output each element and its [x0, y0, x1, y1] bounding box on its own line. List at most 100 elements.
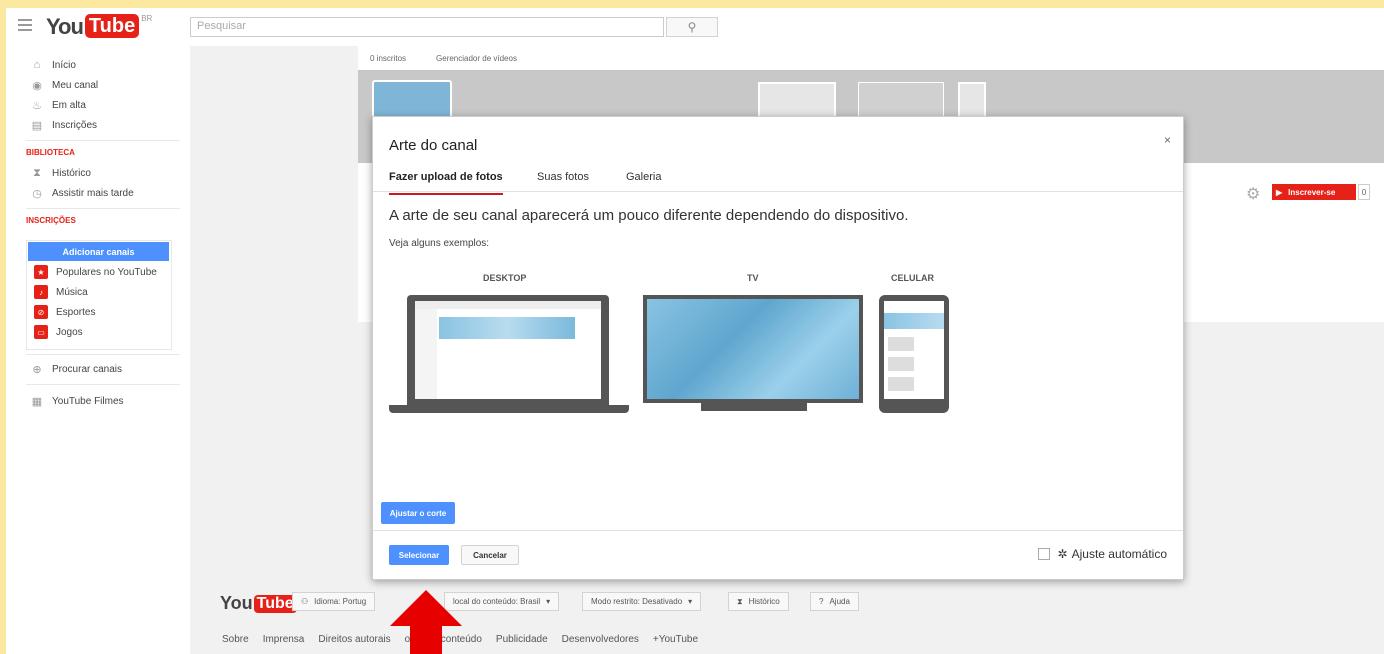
dialog-subheading: Veja alguns exemplos:: [389, 238, 490, 249]
sidebar-item-label: Inscrições: [52, 119, 98, 131]
sidebar-item-label: Histórico: [52, 167, 91, 179]
tab-gallery[interactable]: Galeria: [626, 171, 661, 183]
device-label-desktop: DESKTOP: [483, 273, 527, 283]
hourglass-icon: ⧗: [737, 596, 743, 606]
dialog-footer-divider: [373, 530, 1183, 531]
search-button[interactable]: ⚲: [666, 17, 718, 37]
sidebar-item-watch-later[interactable]: ◷ Assistir mais tarde: [30, 184, 134, 202]
mobile-screen: [884, 301, 944, 399]
subscriptions-icon: ▤: [31, 119, 43, 132]
add-channels-button[interactable]: Adicionar canais: [28, 242, 169, 261]
sports-icon: ⊘: [34, 305, 48, 319]
history-button[interactable]: ⧗ Histórico: [728, 592, 789, 611]
sidebar-item-label: Início: [52, 59, 76, 71]
history-label: Histórico: [748, 597, 780, 606]
menu-icon[interactable]: [18, 19, 32, 31]
chevron-down-icon: ▾: [688, 597, 693, 606]
subscribe-count: 0: [1358, 184, 1370, 200]
youtube-logo[interactable]: You Tube BR: [46, 14, 152, 40]
divider: [26, 140, 180, 141]
help-label: Ajuda: [829, 597, 850, 606]
tab-upload-photos[interactable]: Fazer upload de fotos: [389, 171, 503, 195]
music-icon: ♪: [34, 285, 48, 299]
auto-adjust-checkbox[interactable]: [1037, 548, 1050, 560]
play-icon: ▶: [1276, 187, 1283, 197]
desktop-sidebar-preview: [415, 309, 437, 399]
channel-header: 0 inscritos Gerenciador de vídeos: [358, 46, 1384, 70]
desktop-topbar-preview: [415, 301, 601, 309]
tv-banner-preview: [647, 299, 859, 399]
laptop-base: [389, 405, 629, 413]
help-button[interactable]: ? Ajuda: [810, 592, 859, 611]
sidebar-item-history[interactable]: ⧗ Histórico: [30, 164, 91, 182]
red-arrow-annotation: [390, 590, 462, 654]
sidebar-item-my-channel[interactable]: ◉ Meu canal: [30, 76, 98, 94]
footer-link[interactable]: Publicidade: [496, 634, 548, 645]
desktop-preview: [407, 295, 609, 405]
auto-adjust-label: Ajuste automático: [1071, 547, 1167, 561]
mobile-preview: [879, 295, 949, 413]
language-label: Idioma: Portug: [314, 597, 367, 606]
search-input[interactable]: Pesquisar: [190, 17, 664, 37]
mobile-thumb-preview: [888, 377, 914, 391]
device-label-tv: TV: [747, 273, 759, 283]
subscription-item[interactable]: ★ Populares no YouTube: [34, 264, 157, 280]
language-icon: ⚇: [301, 597, 309, 606]
auto-adjust-option[interactable]: ✲ Ajuste automático: [1037, 547, 1167, 561]
gear-icon[interactable]: ⚙: [1246, 184, 1260, 204]
divider: [26, 354, 180, 355]
footer-logo-you: You: [220, 593, 253, 613]
tab-your-photos[interactable]: Suas fotos: [537, 171, 589, 183]
tv-stand: [701, 403, 807, 411]
footer-link[interactable]: Sobre: [222, 634, 249, 645]
sidebar-item-trending[interactable]: ♨ Em alta: [30, 96, 86, 114]
footer-link[interactable]: Direitos autorais: [318, 634, 390, 645]
desktop-banner-preview: [439, 317, 575, 339]
divider: [26, 384, 180, 385]
sidebar-item-home[interactable]: ⌂ Início: [30, 56, 76, 74]
divider: [26, 208, 180, 209]
cancel-button[interactable]: Cancelar: [461, 545, 519, 565]
top-bar: You Tube BR Pesquisar ⚲: [6, 8, 1384, 46]
sidebar-item-label: Procurar canais: [52, 363, 123, 375]
subscription-label: Esportes: [56, 306, 96, 318]
sidebar: ⌂ Início ◉ Meu canal ♨ Em alta ▤ Inscrições …: [6, 46, 190, 654]
language-button[interactable]: ⚇ Idioma: Portug: [292, 592, 376, 611]
sidebar-item-movies[interactable]: ▦ YouTube Filmes: [30, 392, 124, 410]
subscribe-label: Inscrever-se: [1288, 187, 1336, 197]
sidebar-item-subscriptions[interactable]: ▤ Inscrições: [30, 116, 97, 134]
sidebar-item-label: YouTube Filmes: [52, 395, 124, 407]
user-icon: ◉: [32, 79, 42, 92]
content-location-label: local do conteúdo: Brasil: [453, 597, 541, 606]
video-manager-link[interactable]: Gerenciador de vídeos: [436, 54, 517, 63]
sidebar-item-label: Assistir mais tarde: [52, 187, 134, 199]
flame-icon: ♨: [32, 99, 42, 112]
footer-youtube-logo[interactable]: You Tube: [220, 593, 297, 614]
footer-link[interactable]: Desenvolvedores: [562, 634, 639, 645]
subscription-item[interactable]: ▭ Jogos: [34, 324, 83, 340]
close-icon[interactable]: ×: [1164, 133, 1171, 147]
clock-icon: ◷: [32, 187, 42, 200]
sidebar-item-browse-channels[interactable]: ⊕ Procurar canais: [30, 360, 122, 378]
sidebar-item-label: Em alta: [52, 99, 86, 111]
subscription-label: Populares no YouTube: [56, 266, 157, 278]
subscription-label: Música: [56, 286, 88, 298]
footer-link[interactable]: +YouTube: [653, 634, 698, 645]
select-button[interactable]: Selecionar: [389, 545, 449, 565]
logo-you: You: [46, 14, 84, 39]
subscribe-button[interactable]: ▶ Inscrever-se: [1272, 184, 1356, 200]
browser-frame: You Tube BR Pesquisar ⚲ ⌂ Início ◉ Meu can…: [6, 8, 1384, 654]
subscription-item[interactable]: ♪ Música: [34, 284, 88, 300]
subscriber-count: 0 inscritos: [370, 53, 407, 63]
footer-links: Sobre Imprensa Direitos autorais ores de…: [222, 634, 712, 645]
library-section-title: BIBLIOTECA: [26, 148, 75, 157]
footer-link[interactable]: Imprensa: [263, 634, 305, 645]
restricted-mode-button[interactable]: Modo restrito: Desativado ▾: [582, 592, 702, 611]
star-icon: ★: [34, 265, 48, 279]
hourglass-icon: ⧗: [33, 166, 41, 179]
adjust-crop-button[interactable]: Ajustar o corte: [381, 502, 455, 524]
sidebar-item-label: Meu canal: [52, 79, 99, 91]
subscription-item[interactable]: ⊘ Esportes: [34, 304, 95, 320]
subscriptions-section-title: INSCRIÇÕES: [26, 216, 76, 225]
gamepad-icon: ▭: [34, 325, 48, 339]
